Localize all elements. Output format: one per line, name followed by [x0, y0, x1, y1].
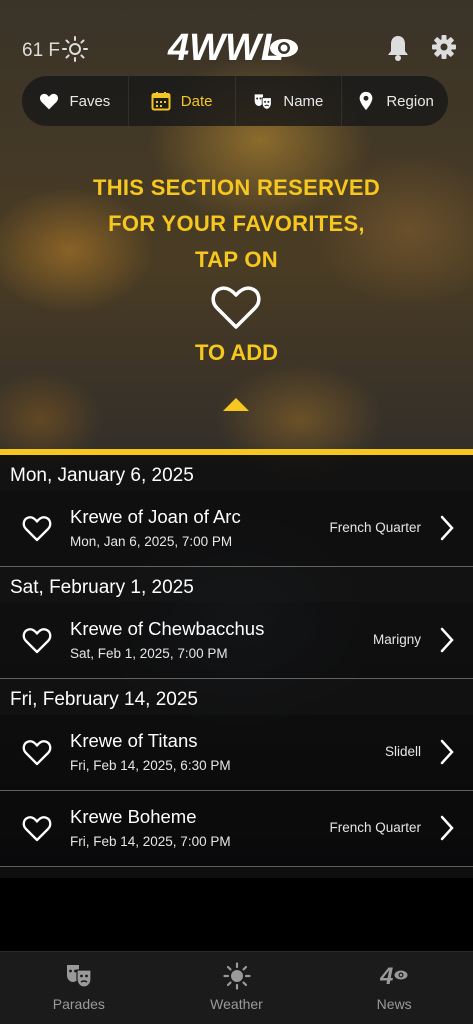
- chevron-right-icon: [440, 515, 454, 541]
- favorites-placeholder: THIS SECTION RESERVED FOR YOUR FAVORITES…: [0, 170, 473, 278]
- logo-text: 4WWL: [167, 27, 284, 68]
- heart-outline-icon: [211, 286, 261, 329]
- calendar-icon: [151, 92, 171, 111]
- parade-datetime: Fri, Feb 14, 2025, 6:30 PM: [70, 758, 231, 773]
- parade-row[interactable]: Krewe Boheme Fri, Feb 14, 2025, 7:00 PM …: [0, 791, 473, 867]
- favorites-line-4: TO ADD: [194, 340, 279, 365]
- filter-date[interactable]: Date: [129, 76, 236, 126]
- masks-icon: [66, 965, 92, 988]
- favorites-line-3: TAP ON: [195, 247, 278, 272]
- chevron-right-icon: [440, 627, 454, 653]
- date-header: Sat, February 15, 2025: [0, 867, 473, 878]
- heart-icon: [40, 93, 59, 110]
- favorite-heart-icon[interactable]: [22, 738, 52, 766]
- chevron-right-icon: [440, 739, 454, 765]
- filter-region[interactable]: Region: [342, 76, 448, 126]
- parade-row[interactable]: Krewe of Chewbacchus Sat, Feb 1, 2025, 7…: [0, 603, 473, 679]
- arrow-up-icon: [223, 398, 249, 411]
- filter-bar: Faves Date Name Region: [22, 76, 448, 126]
- filter-name[interactable]: Name: [236, 76, 343, 126]
- parade-row[interactable]: Krewe of Titans Fri, Feb 14, 2025, 6:30 …: [0, 715, 473, 791]
- parade-datetime: Sat, Feb 1, 2025, 7:00 PM: [70, 646, 228, 661]
- sun-icon: [222, 962, 251, 990]
- tab-weather[interactable]: Weather: [158, 952, 316, 1024]
- filter-region-label: Region: [386, 92, 434, 110]
- station-logo: 4WWL: [167, 27, 298, 68]
- gear-icon[interactable]: [431, 34, 457, 60]
- tab-parades-label: Parades: [52, 996, 105, 1012]
- parade-list[interactable]: Mon, January 6, 2025 Krewe of Joan of Ar…: [0, 455, 473, 878]
- bottom-tab-bar: Parades Weather 4 News: [0, 951, 473, 1024]
- location-pin-icon: [359, 91, 373, 111]
- tab-parades[interactable]: Parades: [0, 952, 158, 1024]
- bell-icon[interactable]: [386, 34, 410, 62]
- parade-row[interactable]: Krewe of Joan of Arc Mon, Jan 6, 2025, 7…: [0, 491, 473, 567]
- date-header: Mon, January 6, 2025: [0, 455, 473, 491]
- parade-region: French Quarter: [329, 520, 421, 535]
- parade-name: Krewe of Titans: [70, 730, 198, 751]
- parade-region: Slidell: [384, 744, 421, 759]
- parade-name: Krewe Boheme: [70, 806, 197, 827]
- parade-region: French Quarter: [329, 820, 421, 835]
- favorites-line-2: FOR YOUR FAVORITES,: [108, 211, 365, 236]
- filter-name-label: Name: [283, 92, 324, 110]
- sun-icon: [62, 36, 88, 62]
- chevron-right-icon: [440, 815, 454, 841]
- favorites-line-1: THIS SECTION RESERVED: [92, 175, 381, 200]
- tab-weather-label: Weather: [210, 996, 263, 1012]
- parade-region: Marigny: [372, 632, 421, 647]
- filter-date-label: Date: [180, 92, 213, 110]
- tab-news-label: News: [376, 996, 412, 1012]
- filter-faves-label: Faves: [69, 92, 111, 110]
- parade-name: Krewe of Joan of Arc: [70, 506, 241, 527]
- favorite-heart-icon[interactable]: [22, 814, 52, 842]
- parade-name: Krewe of Chewbacchus: [70, 618, 265, 639]
- 4-logo-icon: 4: [380, 963, 408, 990]
- parade-datetime: Fri, Feb 14, 2025, 7:00 PM: [70, 834, 231, 849]
- date-header: Sat, February 1, 2025: [0, 567, 473, 603]
- masks-icon: [255, 94, 273, 110]
- favorite-heart-icon[interactable]: [22, 626, 52, 654]
- favorite-heart-icon[interactable]: [22, 514, 52, 542]
- tab-news[interactable]: 4 News: [315, 952, 473, 1024]
- date-header: Fri, February 14, 2025: [0, 679, 473, 715]
- temperature: 61 F: [22, 40, 61, 61]
- svg-text:4: 4: [380, 963, 393, 990]
- parade-datetime: Mon, Jan 6, 2025, 7:00 PM: [70, 534, 233, 549]
- top-bar: 61 F 4WWL: [0, 22, 473, 74]
- filter-faves[interactable]: Faves: [22, 76, 129, 126]
